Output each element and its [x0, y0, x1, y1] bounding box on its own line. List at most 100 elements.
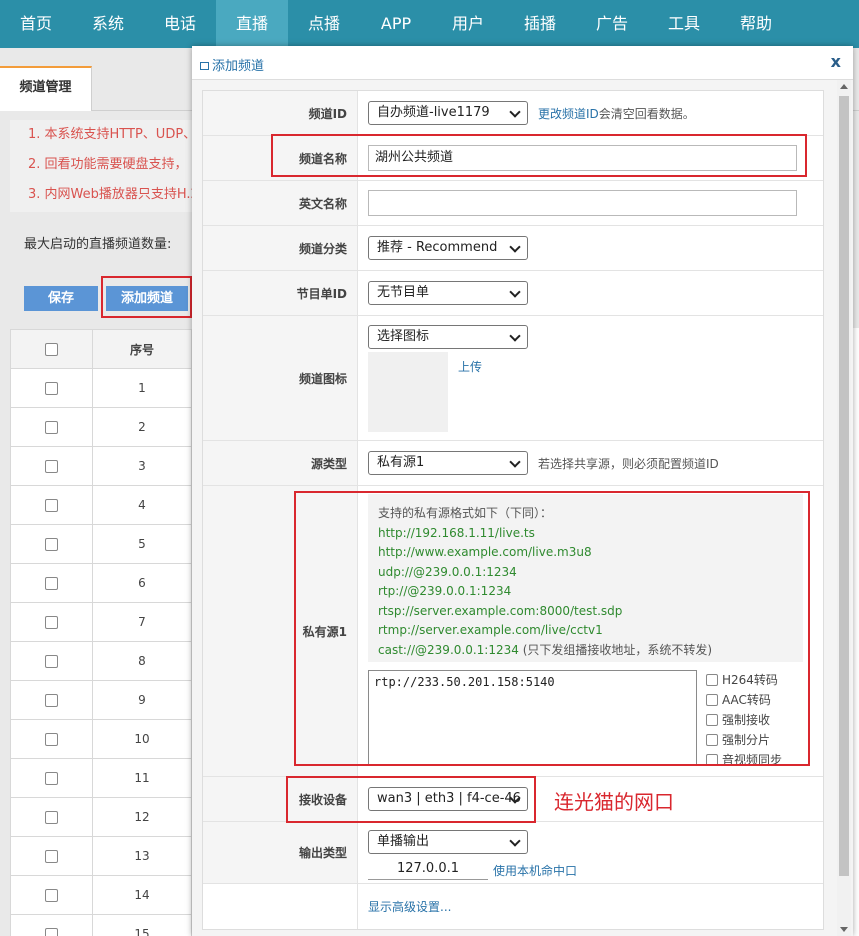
- dialog-scrollbar[interactable]: [837, 80, 851, 936]
- top-nav: 首页 系统 电话 直播 点播 APP 用户 插播 广告 工具 帮助: [0, 0, 859, 48]
- notice-box: 1. 本系统支持HTTP、UDP、 2. 回看功能需要硬盘支持， 3. 内网We…: [10, 120, 210, 212]
- nav-item[interactable]: 直播: [216, 0, 288, 48]
- row-checkbox[interactable]: [45, 850, 58, 863]
- seq-cell: 15: [92, 914, 192, 936]
- nav-item[interactable]: 系统: [72, 0, 144, 48]
- seq-cell: 2: [92, 407, 192, 447]
- seq-cell: 9: [92, 680, 192, 720]
- nav-item[interactable]: 电话: [144, 0, 216, 48]
- field-value: 自办频道-live1179 更改频道ID会清空回看数据。: [358, 91, 823, 135]
- scroll-up-icon[interactable]: [840, 84, 848, 89]
- icon-select[interactable]: 选择图标: [368, 325, 528, 349]
- field-label: 频道ID: [203, 91, 358, 135]
- dialog-title: 添加频道: [200, 55, 264, 74]
- field-label: 输出类型: [203, 822, 358, 883]
- field-value: 单播输出 127.0.0.1 使用本机命中口: [358, 822, 823, 883]
- highlight-box: [294, 491, 810, 766]
- checkbox-cell: [10, 446, 93, 486]
- scroll-thumb[interactable]: [839, 96, 849, 876]
- checkbox-cell: [10, 797, 93, 837]
- annotation-text: 连光猫的网口: [554, 790, 674, 814]
- row-checkbox[interactable]: [45, 694, 58, 707]
- save-button[interactable]: 保存: [24, 286, 98, 311]
- field-label: 节目单ID: [203, 271, 358, 315]
- checkbox-cell: [10, 485, 93, 525]
- channel-id-note: 更改频道ID会清空回看数据。: [538, 105, 695, 122]
- row-checkbox[interactable]: [45, 577, 58, 590]
- max-channels-label: 最大启动的直播频道数量:: [24, 237, 172, 252]
- change-channel-id-link[interactable]: 更改频道ID: [538, 107, 599, 121]
- table-row: 11: [10, 758, 192, 798]
- table-header-row: 序号: [10, 329, 192, 369]
- seq-cell: 6: [92, 563, 192, 603]
- field-value: [358, 181, 823, 225]
- checkbox-cell: [10, 407, 93, 447]
- english-name-input[interactable]: [368, 190, 797, 216]
- table-row: 6: [10, 563, 192, 603]
- table-row: 15: [10, 914, 192, 936]
- epg-select[interactable]: 无节目单: [368, 281, 528, 305]
- table-row: 5: [10, 524, 192, 564]
- field-value: 无节目单: [358, 271, 823, 315]
- nav-item[interactable]: 用户: [432, 0, 504, 48]
- checkbox-cell: [10, 875, 93, 915]
- checkbox-cell: [10, 368, 93, 408]
- checkbox-cell: [10, 641, 93, 681]
- seq-cell: 7: [92, 602, 192, 642]
- checkbox-cell: [10, 758, 93, 798]
- nav-item[interactable]: 点播: [288, 0, 360, 48]
- row-checkbox[interactable]: [45, 811, 58, 824]
- table-row: 12: [10, 797, 192, 837]
- field-value: 选择图标 上传: [358, 316, 823, 440]
- table-row: 13: [10, 836, 192, 876]
- row-checkbox[interactable]: [45, 616, 58, 629]
- channel-id-select[interactable]: 自办频道-live1179: [368, 101, 528, 125]
- icon-preview: [368, 352, 448, 432]
- row-checkbox[interactable]: [45, 928, 58, 936]
- select-all-checkbox[interactable]: [45, 343, 58, 356]
- output-type-select[interactable]: 单播输出: [368, 830, 528, 854]
- checkbox-cell: [10, 563, 93, 603]
- row-checkbox[interactable]: [45, 382, 58, 395]
- channel-table: 序号 1 2 3 4 5 6 7 8 9 10 11 12 13 14 15: [10, 329, 192, 936]
- row-checkbox[interactable]: [45, 655, 58, 668]
- nav-item[interactable]: 工具: [648, 0, 720, 48]
- header-checkbox-cell: [10, 329, 93, 369]
- row-checkbox[interactable]: [45, 421, 58, 434]
- row-checkbox[interactable]: [45, 499, 58, 512]
- row-checkbox[interactable]: [45, 772, 58, 785]
- nav-item[interactable]: 首页: [0, 0, 72, 48]
- row-advanced: 显示高级设置...: [203, 884, 823, 929]
- output-ip-input[interactable]: 127.0.0.1: [368, 858, 488, 880]
- table-row: 4: [10, 485, 192, 525]
- upload-link[interactable]: 上传: [458, 358, 482, 375]
- nav-item[interactable]: 插播: [504, 0, 576, 48]
- checkbox-cell: [10, 914, 93, 936]
- category-select[interactable]: 推荐 - Recommend: [368, 236, 528, 260]
- highlight-box: [286, 776, 536, 823]
- table-row: 7: [10, 602, 192, 642]
- tab-channel-management[interactable]: 频道管理: [0, 66, 92, 111]
- nav-item[interactable]: 帮助: [720, 0, 792, 48]
- window-icon: [200, 62, 209, 70]
- row-epg-id: 节目单ID 无节目单: [203, 271, 823, 316]
- row-category: 频道分类 推荐 - Recommend: [203, 226, 823, 271]
- row-channel-id: 频道ID 自办频道-live1179 更改频道ID会清空回看数据。: [203, 91, 823, 136]
- row-checkbox[interactable]: [45, 733, 58, 746]
- nav-item[interactable]: 广告: [576, 0, 648, 48]
- field-label: 源类型: [203, 441, 358, 485]
- row-checkbox[interactable]: [45, 889, 58, 902]
- nav-item[interactable]: APP: [360, 0, 432, 48]
- use-local-nic-link[interactable]: 使用本机命中口: [493, 862, 577, 879]
- field-label: 频道分类: [203, 226, 358, 270]
- row-checkbox[interactable]: [45, 538, 58, 551]
- row-english-name: 英文名称: [203, 181, 823, 226]
- close-icon[interactable]: x: [831, 52, 841, 71]
- source-type-select[interactable]: 私有源1: [368, 451, 528, 475]
- row-checkbox[interactable]: [45, 460, 58, 473]
- show-advanced-link[interactable]: 显示高级设置...: [368, 898, 451, 915]
- field-label: 频道图标: [203, 316, 358, 440]
- scroll-down-icon[interactable]: [840, 927, 848, 932]
- seq-cell: 4: [92, 485, 192, 525]
- row-output-type: 输出类型 单播输出 127.0.0.1 使用本机命中口: [203, 822, 823, 884]
